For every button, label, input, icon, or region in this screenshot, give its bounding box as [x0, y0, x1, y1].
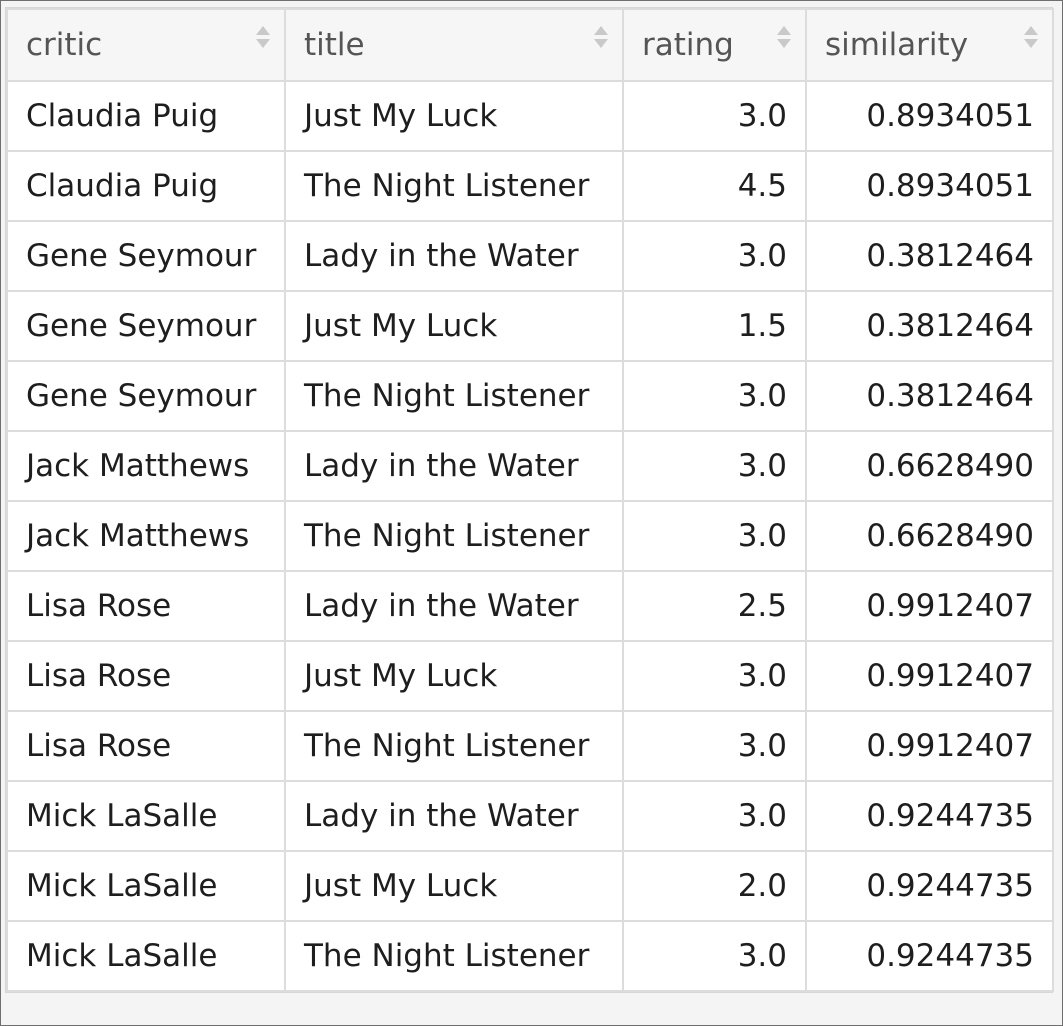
- cell-similarity: 0.9912407: [805, 640, 1054, 712]
- cell-title: Lady in the Water: [284, 220, 624, 292]
- cell-similarity: 0.3812464: [805, 290, 1054, 362]
- sort-icon[interactable]: [594, 24, 608, 54]
- cell-critic: Mick LaSalle: [6, 780, 286, 852]
- sort-icon[interactable]: [1024, 24, 1038, 54]
- column-header-similarity[interactable]: similarity: [805, 8, 1054, 82]
- column-header-label: critic: [26, 27, 103, 63]
- cell-title: The Night Listener: [284, 500, 624, 572]
- cell-rating: 3.0: [622, 640, 807, 712]
- cell-title: The Night Listener: [284, 150, 624, 222]
- column-header-label: similarity: [825, 27, 969, 63]
- cell-similarity: 0.8934051: [805, 150, 1054, 222]
- column-header-title[interactable]: title: [284, 8, 624, 82]
- table-row: Claudia Puig Just My Luck 3.0 0.8934051: [6, 80, 1054, 152]
- cell-critic: Gene Seymour: [6, 360, 286, 432]
- data-table: critic title rating similarity Claudia P…: [6, 8, 1054, 992]
- cell-similarity: 0.3812464: [805, 220, 1054, 292]
- cell-rating: 2.0: [622, 850, 807, 922]
- cell-similarity: 0.9244735: [805, 920, 1054, 992]
- cell-critic: Claudia Puig: [6, 150, 286, 222]
- cell-title: Lady in the Water: [284, 570, 624, 642]
- cell-rating: 3.0: [622, 80, 807, 152]
- cell-similarity: 0.9244735: [805, 780, 1054, 852]
- cell-rating: 1.5: [622, 290, 807, 362]
- cell-critic: Claudia Puig: [6, 80, 286, 152]
- table-row: Jack Matthews Lady in the Water 3.0 0.66…: [6, 430, 1054, 502]
- cell-critic: Mick LaSalle: [6, 850, 286, 922]
- sort-icon[interactable]: [256, 24, 270, 54]
- column-header-rating[interactable]: rating: [622, 8, 807, 82]
- cell-rating: 2.5: [622, 570, 807, 642]
- cell-rating: 3.0: [622, 500, 807, 572]
- table-row: Lisa Rose Just My Luck 3.0 0.9912407: [6, 640, 1054, 712]
- cell-title: The Night Listener: [284, 710, 624, 782]
- window-frame: critic title rating similarity Claudia P…: [0, 0, 1063, 1026]
- cell-similarity: 0.9912407: [805, 710, 1054, 782]
- table-row: Gene Seymour Just My Luck 1.5 0.3812464: [6, 290, 1054, 362]
- cell-similarity: 0.6628490: [805, 500, 1054, 572]
- data-table-container: critic title rating similarity Claudia P…: [5, 7, 1054, 993]
- cell-similarity: 0.9912407: [805, 570, 1054, 642]
- cell-rating: 3.0: [622, 710, 807, 782]
- table-row: Claudia Puig The Night Listener 4.5 0.89…: [6, 150, 1054, 222]
- cell-title: Just My Luck: [284, 290, 624, 362]
- cell-similarity: 0.8934051: [805, 80, 1054, 152]
- table-header-row: critic title rating similarity: [6, 8, 1054, 82]
- cell-critic: Lisa Rose: [6, 640, 286, 712]
- table-row: Lisa Rose Lady in the Water 2.5 0.991240…: [6, 570, 1054, 642]
- cell-title: The Night Listener: [284, 920, 624, 992]
- column-header-label: title: [304, 27, 365, 63]
- cell-similarity: 0.3812464: [805, 360, 1054, 432]
- table-row: Gene Seymour The Night Listener 3.0 0.38…: [6, 360, 1054, 432]
- cell-rating: 3.0: [622, 920, 807, 992]
- cell-title: The Night Listener: [284, 360, 624, 432]
- cell-rating: 3.0: [622, 360, 807, 432]
- cell-title: Just My Luck: [284, 80, 624, 152]
- cell-critic: Lisa Rose: [6, 710, 286, 782]
- cell-critic: Gene Seymour: [6, 220, 286, 292]
- column-header-critic[interactable]: critic: [6, 8, 286, 82]
- cell-critic: Gene Seymour: [6, 290, 286, 362]
- cell-similarity: 0.9244735: [805, 850, 1054, 922]
- table-row: Jack Matthews The Night Listener 3.0 0.6…: [6, 500, 1054, 572]
- cell-rating: 3.0: [622, 780, 807, 852]
- cell-critic: Mick LaSalle: [6, 920, 286, 992]
- cell-title: Lady in the Water: [284, 780, 624, 852]
- column-header-label: rating: [642, 27, 734, 63]
- cell-critic: Jack Matthews: [6, 430, 286, 502]
- table-row: Mick LaSalle The Night Listener 3.0 0.92…: [6, 920, 1054, 992]
- cell-similarity: 0.6628490: [805, 430, 1054, 502]
- table-row: Mick LaSalle Lady in the Water 3.0 0.924…: [6, 780, 1054, 852]
- table-row: Mick LaSalle Just My Luck 2.0 0.9244735: [6, 850, 1054, 922]
- cell-rating: 3.0: [622, 430, 807, 502]
- cell-title: Just My Luck: [284, 850, 624, 922]
- table-row: Lisa Rose The Night Listener 3.0 0.99124…: [6, 710, 1054, 782]
- table-row: Gene Seymour Lady in the Water 3.0 0.381…: [6, 220, 1054, 292]
- cell-rating: 4.5: [622, 150, 807, 222]
- cell-title: Lady in the Water: [284, 430, 624, 502]
- sort-icon[interactable]: [777, 24, 791, 54]
- cell-title: Just My Luck: [284, 640, 624, 712]
- cell-rating: 3.0: [622, 220, 807, 292]
- cell-critic: Lisa Rose: [6, 570, 286, 642]
- cell-critic: Jack Matthews: [6, 500, 286, 572]
